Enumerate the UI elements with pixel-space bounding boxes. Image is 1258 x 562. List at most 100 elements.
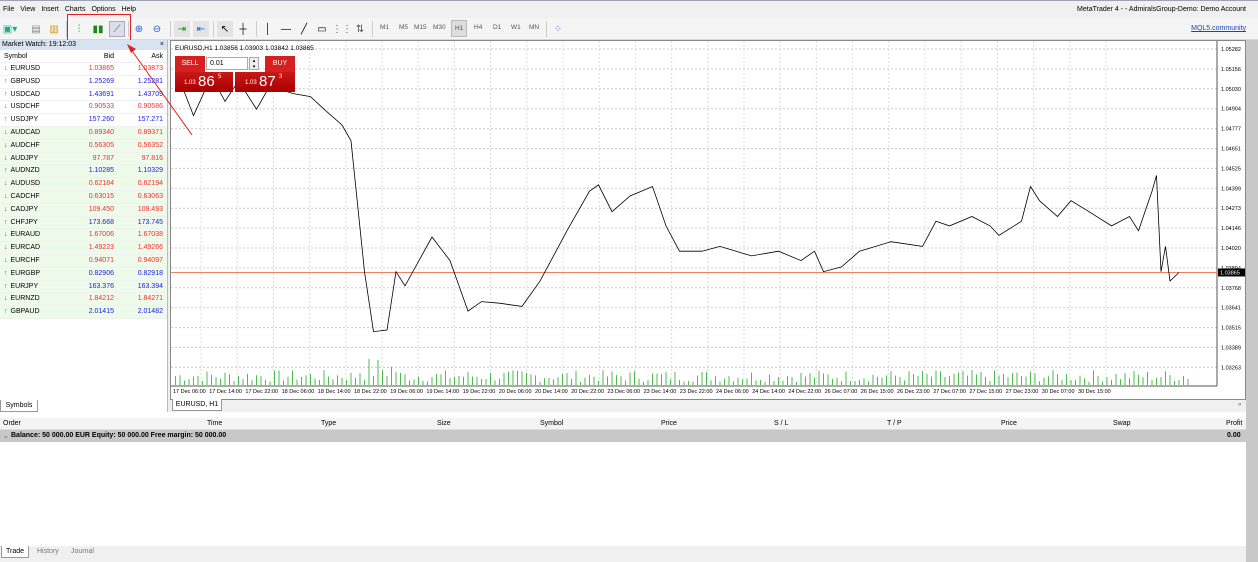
lot-stepper[interactable]: ▴ ▾ (249, 57, 259, 70)
market-watch-row[interactable]: ↓ EURCHF 0.94071 0.94097 (0, 254, 167, 268)
chart-shift-icon[interactable]: ⇥ (174, 21, 190, 37)
col-sl[interactable]: S / L (774, 420, 788, 427)
tab-symbols[interactable]: Symbols (0, 400, 38, 412)
col-size[interactable]: Size (437, 420, 451, 427)
menu-charts[interactable]: Charts (62, 1, 89, 13)
text-icon[interactable]: ▭ (314, 21, 330, 37)
col-symbol[interactable]: Symbol (0, 50, 65, 62)
lot-size-input[interactable]: 0.01 (206, 57, 248, 70)
market-watch-row[interactable]: ↑ CHFJPY 173.668 173.745 (0, 216, 167, 230)
timeframe-mn[interactable]: MN (529, 24, 539, 31)
price-tick: 1.03768 (1221, 286, 1241, 292)
zoom-in-icon[interactable]: ⊕ (131, 21, 147, 37)
market-watch-row[interactable]: ↓ AUDCAD 0.89340 0.89371 (0, 126, 167, 140)
menu-help[interactable]: Help (119, 1, 139, 13)
vertical-line-icon[interactable]: │ (260, 21, 276, 37)
market-watch-row[interactable]: ↓ CADJPY 109.450 109.493 (0, 203, 167, 217)
buy-price[interactable]: 1.03 87 3 (235, 72, 295, 92)
col-ask[interactable]: Ask (117, 50, 166, 62)
timeframe-m15[interactable]: M15 (414, 24, 427, 31)
autoscroll-icon[interactable]: ⇤ (193, 21, 209, 37)
market-watch-row[interactable]: ↓ EURCAD 1.49223 1.49266 (0, 242, 167, 255)
col-price-current[interactable]: Price (1001, 420, 1017, 427)
col-type[interactable]: Type (321, 420, 336, 427)
market-watch-row[interactable]: ↓ USDCHF 0.90533 0.90586 (0, 101, 167, 115)
profiles-icon[interactable]: ▤ (28, 21, 44, 37)
market-watch-row[interactable]: ↑ EURJPY 163.376 163.394 (0, 280, 167, 294)
price-tick: 1.03515 (1221, 326, 1241, 332)
price-tick: 1.04525 (1221, 166, 1241, 172)
col-profit[interactable]: Profit (1226, 420, 1242, 427)
menu-options[interactable]: Options (88, 1, 118, 13)
arrow-up-icon: ↑ (4, 167, 8, 175)
market-watch-row[interactable]: ↓ EURNZD 1.84212 1.84271 (0, 293, 167, 307)
market-watch-row[interactable]: ↓ EURUSD 1.03865 1.03873 (0, 63, 167, 76)
timeframe-m1[interactable]: M1 (380, 24, 389, 31)
tab-trade[interactable]: Trade (1, 546, 30, 558)
crosshair-icon[interactable]: ┼ (235, 21, 251, 37)
sell-button[interactable]: SELL (175, 56, 205, 72)
timeframe-w1[interactable]: W1 (511, 24, 521, 31)
market-watch-row[interactable]: ↓ AUDJPY 97.787 97.816 (0, 152, 167, 166)
arrow-up-icon: ↑ (4, 308, 8, 316)
fibonacci-icon[interactable]: ⋮⋮ (332, 21, 352, 37)
symbol-name: EURCHF (10, 256, 40, 264)
bid-cell: 0.89340 (88, 128, 114, 136)
terminal-scrollbar[interactable] (1246, 412, 1258, 562)
mql5-community-link[interactable]: MQL5.community (1191, 25, 1246, 32)
arrow-down-icon: ↓ (4, 141, 8, 149)
ask-cell: 0.63063 (137, 192, 163, 200)
menu-insert[interactable]: Insert (38, 1, 62, 13)
menu-view[interactable]: View (17, 1, 38, 13)
price-chart[interactable]: 1.05282 1.05156 1.05030 1.04904 1.04777 1.046… (171, 41, 1245, 399)
arrows-icon[interactable]: ⇅ (352, 21, 368, 37)
zoom-out-icon[interactable]: ⊖ (149, 21, 165, 37)
market-watch-row[interactable]: ↑ AUDNZD 1.10285 1.10329 (0, 165, 167, 179)
market-watch-row[interactable]: ↓ AUDCHF 0.56305 0.56352 (0, 139, 167, 153)
timeframe-d1[interactable]: D1 (493, 24, 501, 31)
tab-scroll-icon[interactable]: » (1238, 402, 1241, 408)
horizontal-line-icon[interactable]: — (278, 21, 294, 37)
market-watch-icon[interactable]: ▥ (46, 21, 62, 37)
col-time[interactable]: Time (207, 420, 222, 427)
timeframe-m5[interactable]: M5 (399, 24, 408, 31)
symbol-name: AUDJPY (10, 154, 39, 162)
timeframe-h1[interactable]: H1 (451, 20, 468, 37)
timeframe-h4[interactable]: H4 (474, 24, 482, 31)
market-watch-row[interactable]: ↑ USDCAD 1.43691 1.43709 (0, 89, 167, 102)
market-watch-row[interactable]: ↓ CADCHF 0.63015 0.63063 (0, 190, 167, 204)
col-symbol[interactable]: Symbol (540, 420, 563, 427)
templates-icon[interactable]: ⁘ (550, 21, 566, 37)
menu-bar: File View Insert Charts Options Help MetaTrad… (0, 0, 1258, 18)
new-chart-icon[interactable]: ▣▾ (2, 21, 18, 37)
buy-button[interactable]: BUY (265, 56, 295, 72)
trendline-icon[interactable]: ╱ (296, 21, 312, 37)
market-watch-title: Market Watch: 19:12:03 × (0, 40, 167, 50)
col-order[interactable]: Order (3, 420, 21, 427)
tab-eurusd-h1[interactable]: EURUSD, H1 (172, 399, 222, 411)
time-tick: 27 Dec 15:00 (969, 389, 1002, 395)
chart-window[interactable]: 1.05282 1.05156 1.05030 1.04904 1.04777 1.046… (170, 40, 1246, 400)
vertical-scrollbar[interactable] (1246, 40, 1258, 412)
cursor-icon[interactable]: ↖ (217, 21, 233, 37)
tab-history[interactable]: History (33, 546, 63, 558)
col-swap[interactable]: Swap (1113, 420, 1131, 427)
sell-price[interactable]: 1.03 86 5 (175, 72, 233, 92)
col-bid[interactable]: Bid (65, 50, 117, 62)
symbol-cell: ↓ AUDCAD (0, 127, 65, 139)
market-watch-row[interactable]: ↓ AUDUSD 0.62184 0.62194 (0, 178, 167, 191)
tab-journal[interactable]: Journal (67, 546, 98, 558)
market-watch-row[interactable]: ↑ GBPUSD 1.25269 1.25281 (0, 76, 167, 89)
timeframe-m30[interactable]: M30 (433, 24, 446, 31)
market-watch-row[interactable]: ↓ EURAUD 1.67006 1.67038 (0, 229, 167, 243)
close-icon[interactable]: × (160, 40, 164, 50)
col-tp[interactable]: T / P (887, 420, 902, 427)
collapse-icon[interactable]: ⌄ (3, 432, 9, 440)
market-watch-row[interactable]: ↑ EURGBP 0.82906 0.82918 (0, 267, 167, 281)
price-tick: 1.04777 (1221, 127, 1241, 133)
symbol-cell: ↓ EURNZD (0, 293, 65, 305)
col-price[interactable]: Price (661, 420, 677, 427)
market-watch-row[interactable]: ↑ USDJPY 157.260 157.271 (0, 114, 167, 127)
market-watch-row[interactable]: ↑ GBPAUD 2.01415 2.01482 (0, 306, 167, 319)
menu-file[interactable]: File (0, 1, 17, 13)
